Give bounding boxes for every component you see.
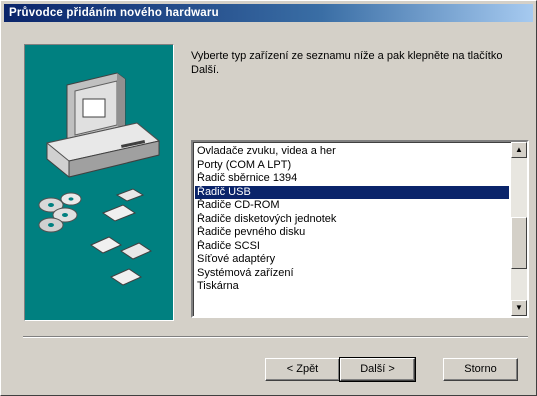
- list-item[interactable]: Řadiče CD-ROM: [195, 199, 509, 213]
- list-item[interactable]: Síťové adaptéry: [195, 253, 509, 267]
- back-button[interactable]: < Zpět: [265, 358, 340, 381]
- floppy-icon: [89, 188, 153, 286]
- cancel-button[interactable]: Storno: [443, 358, 518, 381]
- list-item[interactable]: Porty (COM A LPT): [195, 159, 509, 173]
- list-item[interactable]: Řadič sběrnice 1394: [195, 172, 509, 186]
- device-type-items: Ovladače zvuku, videa a her Porty (COM A…: [195, 145, 509, 294]
- scroll-down-icon[interactable]: ▼: [511, 300, 527, 316]
- vertical-scrollbar[interactable]: ▲ ▼: [511, 142, 527, 316]
- disc-icon: [38, 192, 82, 233]
- list-item[interactable]: Tiskárna: [195, 280, 509, 294]
- instruction-text: Vyberte typ zařízení ze seznamu níže a p…: [191, 50, 503, 76]
- list-item[interactable]: Systémová zařízení: [195, 267, 509, 281]
- scroll-up-icon[interactable]: ▲: [511, 142, 527, 158]
- title-bar[interactable]: Průvodce přidáním nového hardwaru: [4, 4, 533, 22]
- device-type-list[interactable]: Ovladače zvuku, videa a her Porty (COM A…: [191, 140, 529, 318]
- separator: [23, 336, 528, 338]
- scroll-thumb[interactable]: [511, 217, 527, 269]
- list-item[interactable]: Ovladače zvuku, videa a her: [195, 145, 509, 159]
- list-item[interactable]: Řadiče SCSI: [195, 240, 509, 254]
- list-item[interactable]: Řadiče disketových jednotek: [195, 213, 509, 227]
- list-item-selected[interactable]: Řadič USB: [195, 185, 509, 199]
- computer-hardware-icon: [38, 72, 161, 286]
- wizard-window: Průvodce přidáním nového hardwaru Vybert…: [0, 0, 537, 396]
- list-item[interactable]: Řadiče pevného disku: [195, 226, 509, 240]
- next-button[interactable]: Další >: [339, 357, 416, 382]
- wizard-illustration: [24, 44, 174, 321]
